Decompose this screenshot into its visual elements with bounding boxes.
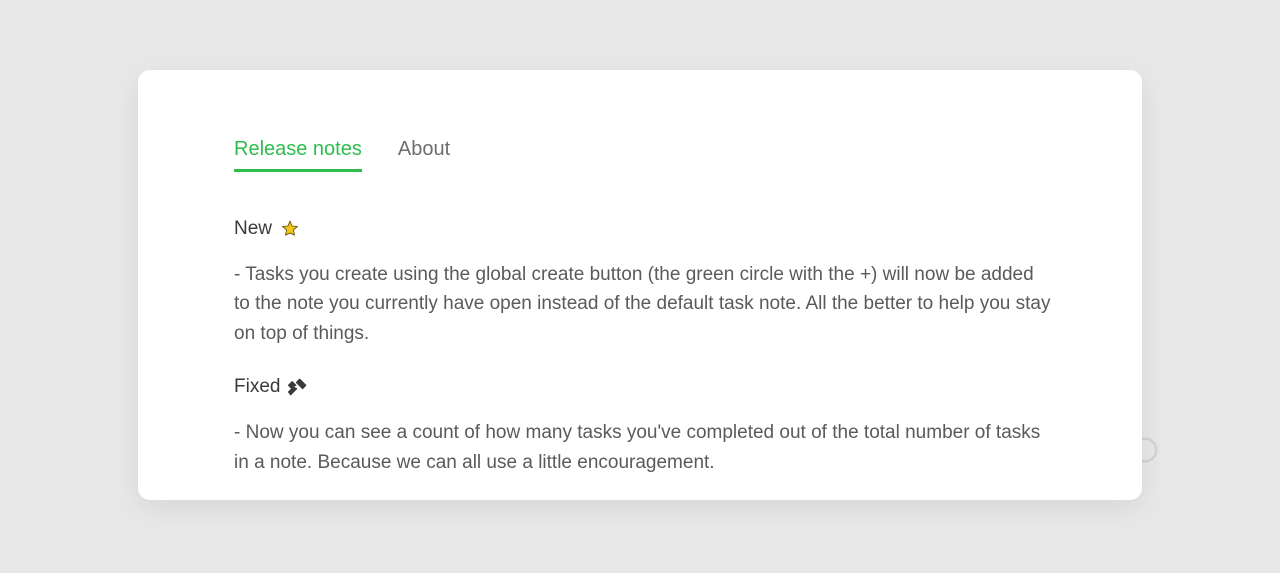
tools-icon [288,377,308,397]
tab-bar: Release notes About [234,138,1072,172]
section-new-title: New [234,218,272,240]
tab-about[interactable]: About [398,138,450,172]
new-item-0: - Tasks you create using the global crea… [234,260,1054,348]
star-icon [280,219,300,239]
section-fixed-title: Fixed [234,376,280,398]
fixed-item-0: - Now you can see a count of how many ta… [234,418,1054,477]
release-notes-card: Release notes About New - Tasks you crea… [138,70,1142,500]
content-area: Release notes About New - Tasks you crea… [138,70,1142,500]
section-fixed-header: Fixed [234,376,1072,398]
tab-release-notes[interactable]: Release notes [234,138,362,172]
section-new-header: New [234,218,1072,240]
